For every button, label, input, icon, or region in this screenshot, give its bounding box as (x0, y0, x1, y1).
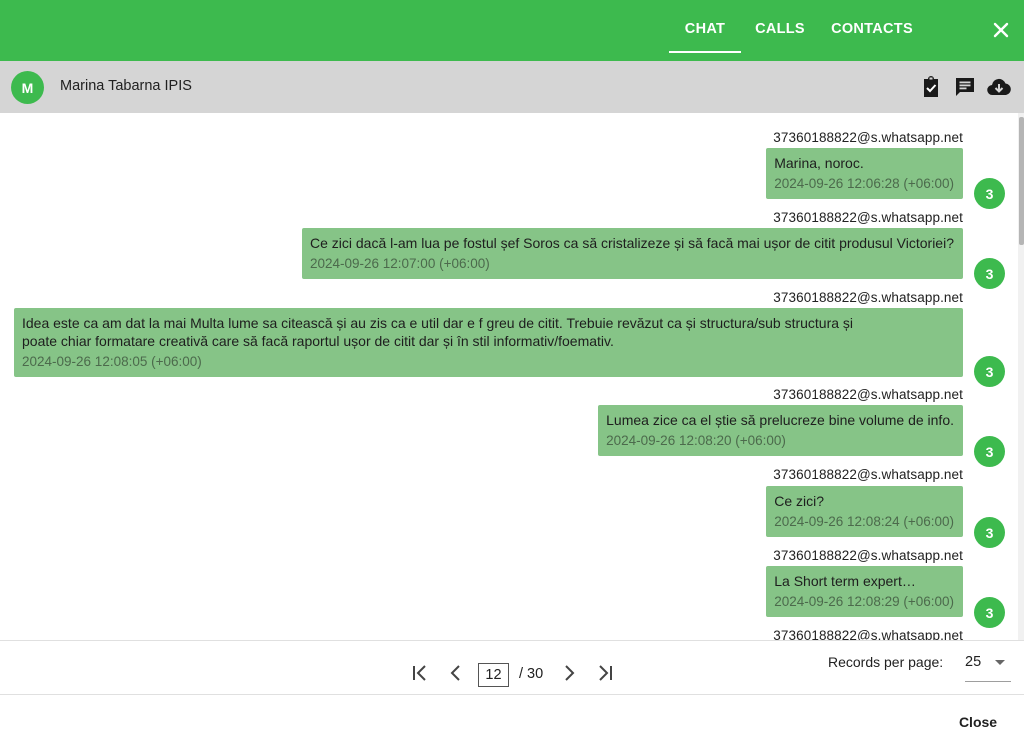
message-sender: 37360188822@s.whatsapp.net (773, 210, 963, 225)
message-bubble: Ce zici dacă l-am lua pe fostul șef Soro… (301, 228, 963, 279)
records-per-page-value: 25 (965, 654, 982, 670)
contact-name: Marina Tabarna IPIS (60, 78, 192, 94)
message-badge: 3 (974, 258, 1005, 289)
message-sender: 37360188822@s.whatsapp.net (773, 628, 963, 640)
message-badge: 3 (974, 517, 1005, 548)
message-sender: 37360188822@s.whatsapp.net (773, 548, 963, 563)
contact-header: M Marina Tabarna IPIS (0, 61, 1024, 113)
tab-calls[interactable]: CALLS (748, 0, 812, 61)
page-total: / 30 (519, 666, 544, 682)
scrollbar-thumb[interactable] (1019, 117, 1024, 245)
message-icon[interactable] (953, 75, 977, 99)
records-per-page-label: Records per page: (828, 654, 944, 670)
clipboard-check-icon[interactable] (919, 75, 943, 99)
message-sender: 37360188822@s.whatsapp.net (773, 290, 963, 305)
message-badge: 3 (974, 356, 1005, 387)
message-text: Ce zici dacă l-am lua pe fostul șef Soro… (309, 235, 954, 251)
first-page-icon[interactable] (409, 661, 431, 685)
message-timestamp: 2024-09-26 12:08:05 (+06:00) (22, 354, 202, 369)
chat-messages[interactable]: 37360188822@s.whatsapp.net Marina, noroc… (0, 113, 1024, 640)
top-bar: CHAT CALLS CONTACTS (0, 0, 1024, 61)
cloud-download-icon[interactable] (986, 75, 1011, 99)
next-page-icon[interactable] (558, 661, 580, 685)
message-bubble: La Short term expert… 2024-09-26 12:08:2… (766, 566, 963, 617)
message-badge: 3 (974, 597, 1005, 628)
message-timestamp: 2024-09-26 12:08:29 (+06:00) (774, 594, 954, 609)
message-bubble: Lumea zice ca el știe să prelucreze bine… (598, 405, 963, 456)
tab-chat[interactable]: CHAT (669, 0, 741, 61)
message-timestamp: 2024-09-26 12:06:28 (+06:00) (774, 176, 954, 191)
message-sender: 37360188822@s.whatsapp.net (773, 467, 963, 482)
pagination-bar: 12 / 30 Records per page: 25 (0, 640, 1024, 695)
message-timestamp: 2024-09-26 12:08:20 (+06:00) (606, 433, 786, 448)
message-timestamp: 2024-09-26 12:07:00 (+06:00) (309, 256, 490, 271)
message-bubble: Idea este ca am dat la mai Multa lume sa… (14, 308, 963, 377)
records-per-page-select[interactable]: 25 (965, 649, 1011, 682)
message-sender: 37360188822@s.whatsapp.net (773, 130, 963, 145)
message-badge: 3 (974, 178, 1005, 209)
message-bubble: Marina, noroc. 2024-09-26 12:06:28 (+06:… (766, 148, 963, 199)
message-text: Ce zici? (774, 493, 825, 509)
close-button[interactable]: Close (950, 708, 1006, 736)
tab-contacts[interactable]: CONTACTS (822, 0, 922, 61)
avatar: M (11, 71, 44, 104)
last-page-icon[interactable] (594, 661, 616, 685)
page-number-input[interactable]: 12 (478, 663, 509, 687)
message-text: Lumea zice ca el știe să prelucreze bine… (606, 412, 954, 428)
message-text: Marina, noroc. (774, 155, 864, 171)
message-timestamp: 2024-09-26 12:08:24 (+06:00) (774, 514, 954, 529)
message-text: Idea este ca am dat la mai Multa lume sa… (22, 315, 854, 349)
message-sender: 37360188822@s.whatsapp.net (773, 387, 963, 402)
message-text: La Short term expert… (774, 573, 916, 589)
close-icon[interactable] (984, 13, 1018, 47)
scrollbar[interactable] (1018, 113, 1024, 640)
chevron-down-icon (995, 660, 1005, 665)
message-badge: 3 (974, 436, 1005, 467)
previous-page-icon[interactable] (445, 661, 467, 685)
message-bubble: Ce zici? 2024-09-26 12:08:24 (+06:00) (766, 486, 963, 537)
